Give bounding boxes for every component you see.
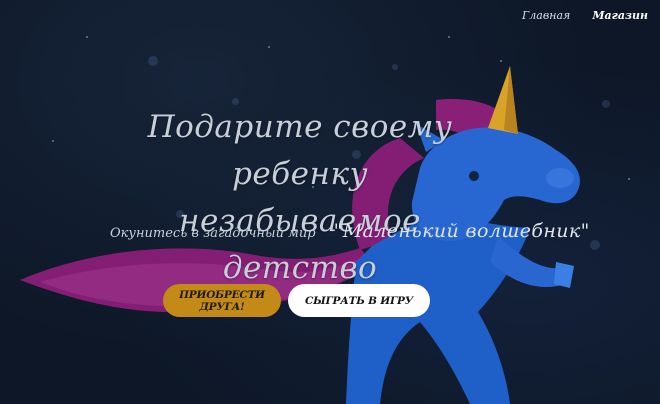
unicorn-snout [546,168,574,188]
top-nav: Главная Магазин [522,9,648,22]
buy-friend-button[interactable]: ПРИОБРЕСТИ ДРУГА! [163,284,281,317]
subtitle-text: Окунитесь в загадочный мир [110,226,316,241]
hero-title-line1: Подарите своему ребенку [147,109,453,192]
unicorn-hoof [554,262,574,288]
hero-subtitle: Окунитесь в загадочный мир "Маленький во… [110,220,590,242]
nav-link-home[interactable]: Главная [522,9,570,22]
play-game-button[interactable]: СЫГРАТЬ В ИГРУ [288,284,430,317]
game-name: "Маленький волшебник" [333,220,590,242]
hero-title: Подарите своему ребенку незабываемое дет… [100,104,500,292]
nav-link-shop[interactable]: Магазин [592,9,648,22]
hero-title-line2: незабываемое детство [179,203,421,286]
